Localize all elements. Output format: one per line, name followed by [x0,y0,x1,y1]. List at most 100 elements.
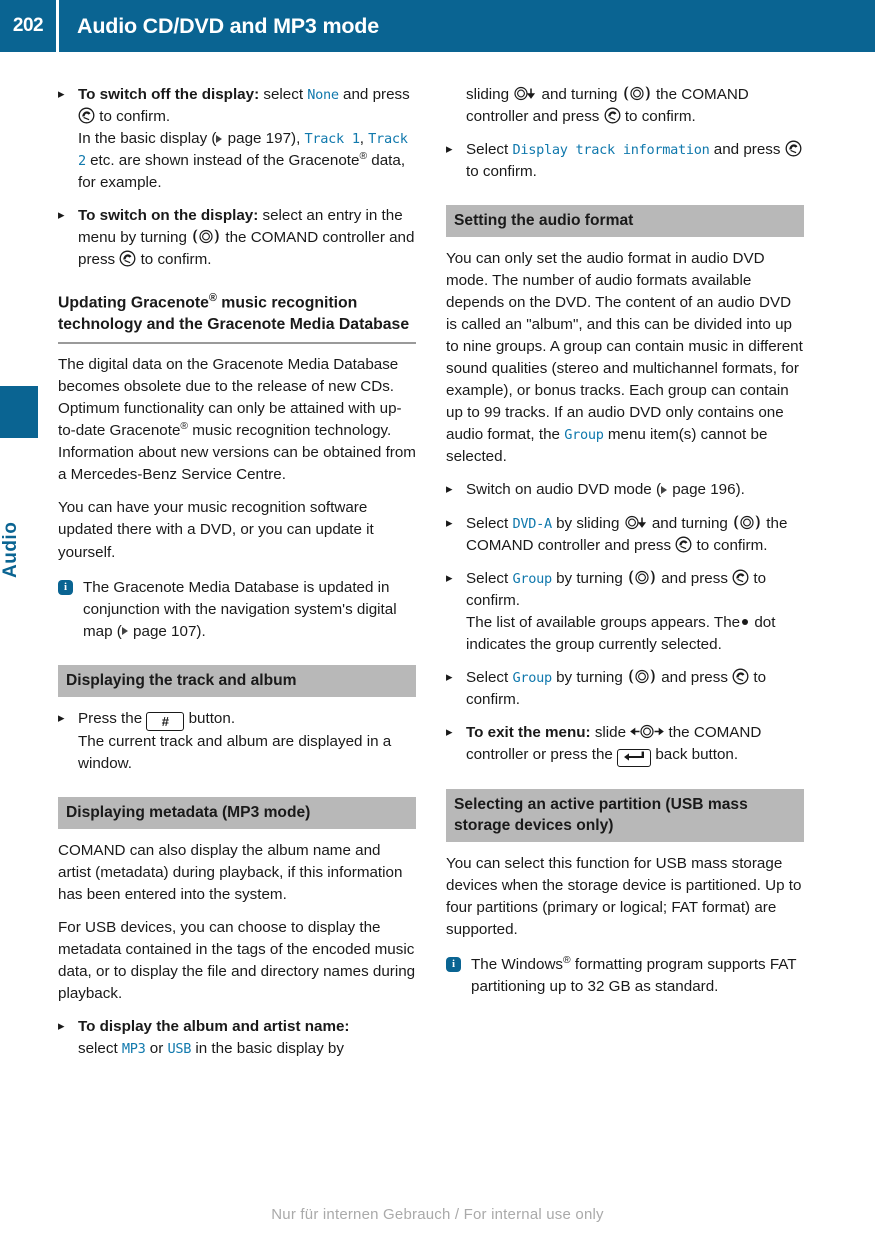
page-title: Audio CD/DVD and MP3 mode [77,13,379,38]
step-substep: In the basic display ( page 197), Track … [78,128,416,194]
turn-controller-icon [627,569,657,586]
step-switch-on-audio-dvd: ▸ Switch on audio DVD mode ( page 196). [446,479,804,501]
paragraph-update-software: You can have your music recognition soft… [58,499,374,561]
note-text: page 107). [128,622,206,640]
selection-dot-icon [742,618,749,625]
menu-value-mp3: MP3 [121,1041,146,1058]
step-text: select [259,86,308,103]
step-text: back button. [651,745,739,763]
paragraph-text: You can only set the audio format in aud… [446,250,803,444]
slide-down-controller-icon [513,85,537,102]
step-text: Switch on audio DVD mode ( [466,481,661,499]
step-press-hash-button: ▸ Press the # button. The current track … [58,708,416,775]
back-button-icon [617,748,652,767]
footer-watermark: Nur für internen Gebrauch / For internal… [271,1206,604,1223]
section-heading-audio-format: Setting the audio format [446,205,804,238]
registered-mark: ® [359,151,368,163]
menu-value-display-track-information: Display track information [512,142,710,159]
menu-value-group: Group [564,427,604,444]
step-lead-label: To switch on the display: [78,207,259,225]
registered-mark: ® [208,292,217,305]
step-text: page 196). [668,481,745,499]
turn-controller-icon [622,85,652,102]
turn-controller-icon [627,668,657,685]
step-text: Select [466,141,513,159]
menu-value-dvd-a: DVD-A [512,515,552,532]
step-text: page 197), [223,130,305,148]
step-text: Select [466,668,513,686]
step-lead-label: To switch off the display: [78,86,260,103]
page-ref-triangle-icon [661,485,667,494]
press-controller-icon [675,536,692,553]
step-text: button. [184,709,236,727]
right-column: sliding and turning the COMAND controlle… [446,84,804,1009]
step-text: and press [657,569,733,587]
step-substep: select MP3 or USB in the basic display b… [78,1038,416,1060]
step-continuation-sliding: sliding and turning the COMAND controlle… [446,84,804,128]
page-header: 202 Audio CD/DVD and MP3 mode [0,0,875,52]
press-controller-icon [78,107,95,124]
step-text: in the basic display by [191,1040,344,1058]
step-lead-label: To display the album and artist name: [78,1018,350,1036]
subheading-rule [58,342,416,345]
step-select-display-track-info: ▸ Select Display track information and p… [446,139,804,183]
step-text: and press [338,86,410,103]
section-heading-active-partition: Selecting an active partition (USB mass … [446,788,804,842]
step-text: select [78,1040,122,1058]
step-text: sliding [466,86,514,103]
step-marker-icon: ▸ [446,723,453,739]
press-controller-icon [732,569,749,586]
step-marker-icon: ▸ [58,86,65,101]
step-text: to confirm. [95,108,171,126]
step-text: , [359,130,369,148]
step-text: slide [590,723,631,741]
info-icon: i [58,579,73,595]
turn-controller-icon [191,228,221,245]
step-marker-icon: ▸ [58,1018,65,1034]
press-controller-icon [604,107,621,124]
step-text: Press the [78,709,147,727]
step-substep: The current track and album are displaye… [78,732,392,772]
step-switch-on-display: ▸ To switch on the display: select an en… [58,205,416,271]
page-number: 202 [12,15,44,36]
turn-controller-icon [732,514,762,531]
page-ref-triangle-icon [121,627,128,636]
press-controller-icon [732,668,749,685]
step-substep: The list of available groups appears. Th… [466,612,804,656]
step-marker-icon: ▸ [446,569,453,585]
step-text: to confirm. [692,536,768,554]
hash-button-icon: # [146,711,185,731]
press-controller-icon [785,140,802,157]
registered-mark: ® [563,955,571,967]
info-icon: i [446,957,461,973]
step-switch-off-display: ▸ To switch off the display: select None… [58,84,416,194]
chapter-tab-label: Audio [0,521,21,578]
paragraph-audio-format: You can only set the audio format in aud… [446,248,804,468]
chapter-tab-marker [0,386,38,438]
step-text: to confirm. [620,108,696,126]
menu-value-none: None [307,87,339,103]
step-text: to confirm. [136,251,212,269]
step-text: Select [466,514,513,532]
step-text: Select [466,569,513,587]
step-text: by turning [551,668,627,686]
slide-down-controller-icon [624,514,648,531]
step-text: and press [709,141,785,159]
page-ref-triangle-icon [216,134,223,143]
paragraph-gracenote-info: The digital data on the Gracenote Media … [58,354,416,486]
step-select-group-first: ▸ Select Group by turning and press to c… [446,568,804,656]
step-text: to confirm. [466,163,537,181]
menu-value-usb: USB [167,1041,192,1058]
section-heading-metadata: Displaying metadata (MP3 mode) [58,796,416,829]
step-text: by turning [551,569,627,587]
step-text: In the basic display ( [78,130,217,148]
subheading-text: Updating Gracenote [58,294,209,312]
step-marker-icon: ▸ [58,207,65,223]
step-text: and turning [537,86,622,103]
press-controller-icon [119,250,136,267]
slide-horizontal-controller-icon [630,723,665,740]
note-windows-fat: i The Windows® formatting program support… [446,954,804,998]
menu-value-group: Group [512,570,552,587]
step-select-dvd-a: ▸ Select DVD-A by sliding and turning th… [446,513,804,557]
step-text: and turning [647,514,733,532]
